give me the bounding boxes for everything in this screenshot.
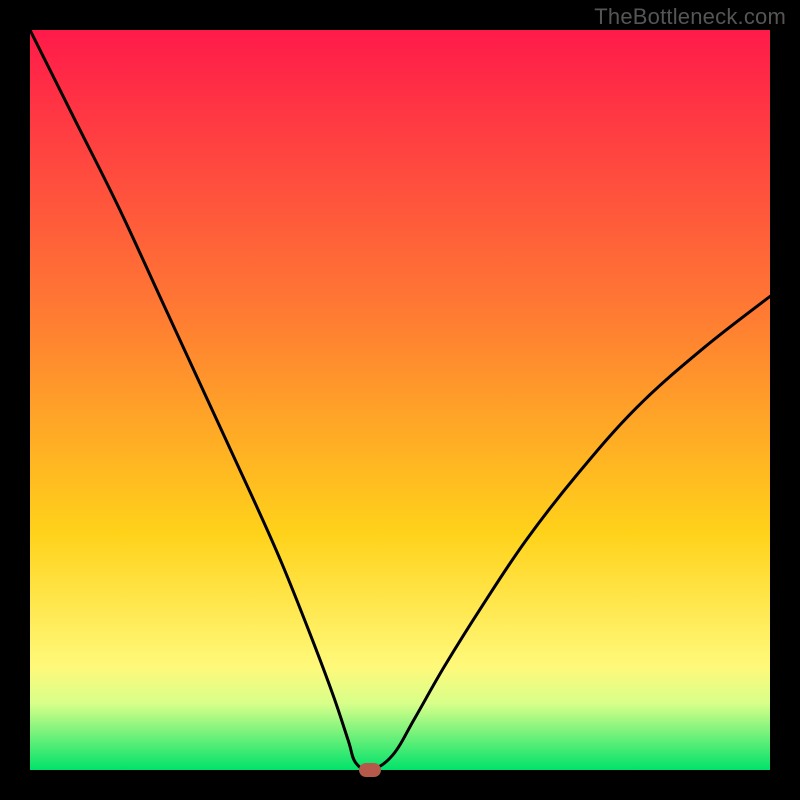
bottleneck-curve [30, 30, 770, 770]
watermark-text: TheBottleneck.com [594, 4, 786, 30]
chart-svg [30, 30, 770, 770]
min-marker [359, 763, 381, 777]
plot-area [30, 30, 770, 770]
chart-frame: TheBottleneck.com [0, 0, 800, 800]
